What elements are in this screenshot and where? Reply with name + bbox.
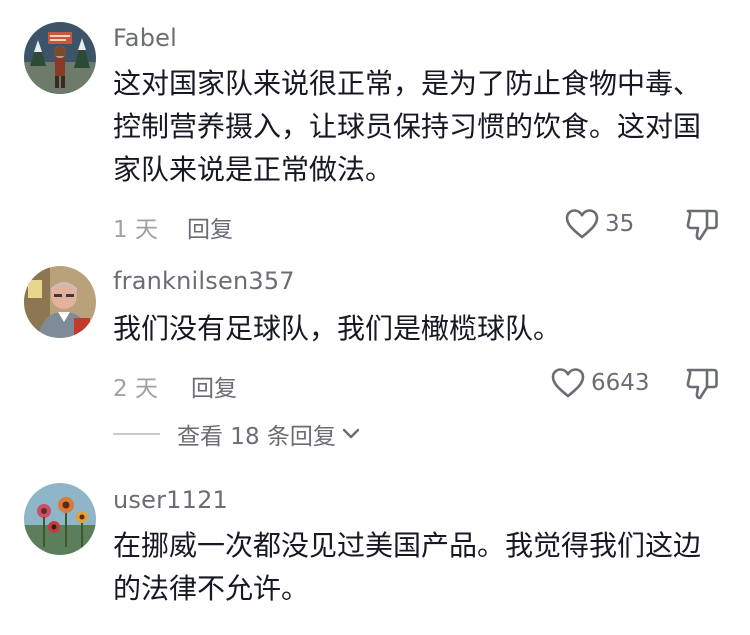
comment-username[interactable]: Fabel (113, 24, 177, 52)
like-count: 6643 (591, 370, 650, 396)
view-replies-label: 查看 18 条回复 (177, 424, 336, 450)
reply-button[interactable]: 回复 (187, 210, 233, 244)
avatar[interactable] (24, 483, 96, 555)
avatar[interactable] (24, 266, 96, 338)
comment-timestamp: 1 天 (113, 217, 158, 243)
heart-outline-icon (551, 368, 585, 398)
chevron-down-icon (342, 428, 360, 439)
like-button[interactable]: 6643 (551, 366, 650, 400)
comment-text: 这对国家队来说很正常，是为了防止食物中毒、控制营养摄入，让球员保持习惯的饮食。这… (113, 67, 702, 186)
heart-outline-icon (565, 209, 599, 239)
thumbs-down-outline-icon (686, 368, 718, 400)
reply-button[interactable]: 回复 (191, 369, 237, 403)
comment-timestamp: 2 天 (113, 376, 158, 402)
like-button[interactable]: 35 (565, 207, 634, 241)
thumbs-down-outline-icon (686, 209, 718, 241)
avatar-fabel-illustration-icon (24, 22, 96, 94)
avatar[interactable] (24, 22, 96, 94)
dislike-button[interactable] (684, 206, 720, 242)
comment-text: 在挪威一次都没见过美国产品。我觉得我们这边的法律不允许。 (113, 529, 702, 605)
dislike-button[interactable] (684, 365, 720, 401)
like-count: 35 (605, 211, 635, 237)
comment-username[interactable]: user1121 (113, 486, 228, 514)
avatar-flowers-icon (24, 483, 96, 555)
comment-username[interactable]: franknilsen357 (113, 267, 295, 295)
divider-line (113, 433, 160, 435)
view-replies-button[interactable]: 查看 18 条回复 (113, 418, 360, 450)
avatar-photo-man-icon (24, 266, 96, 338)
comment-text: 我们没有足球队，我们是橄榄球队。 (113, 312, 562, 345)
